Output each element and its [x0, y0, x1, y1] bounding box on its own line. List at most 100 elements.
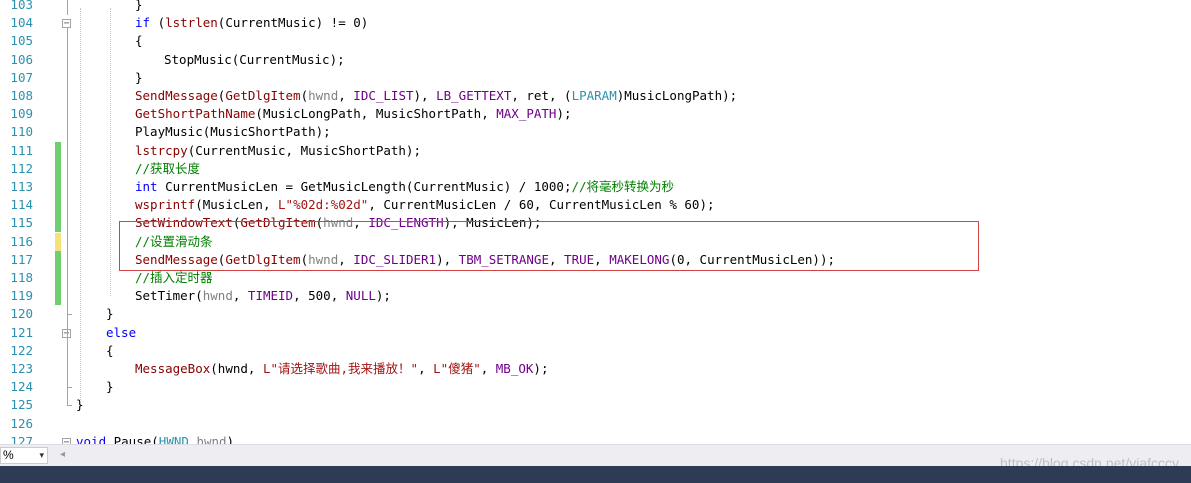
line-number: 103 — [10, 0, 33, 12]
line-number: 107 — [10, 69, 33, 85]
bottom-bar — [0, 466, 1191, 483]
line-number: 116 — [10, 233, 33, 249]
line-number: 108 — [10, 88, 33, 103]
scroll-left-icon[interactable]: ◂ — [60, 449, 65, 460]
code-token: (CurrentMusic) != 0) — [217, 15, 369, 31]
code-token: lstrlen — [165, 15, 218, 31]
code-token: L"傻猪" — [433, 361, 481, 376]
code-token: ); — [533, 361, 549, 376]
change-marker — [55, 287, 61, 306]
zoom-dropdown[interactable]: % ▾ — [0, 447, 48, 464]
code-line: //插入定时器 — [135, 269, 213, 287]
code-token: hwnd — [202, 288, 233, 304]
code-token: StopMusic — [164, 51, 232, 67]
line-number: 122 — [10, 342, 33, 358]
change-marker — [55, 214, 61, 233]
change-marker — [55, 269, 61, 287]
code-line: { — [106, 342, 114, 360]
code-token: } — [106, 379, 114, 395]
code-token: , — [418, 361, 434, 376]
code-token: SendMessage — [135, 88, 218, 103]
code-token: (CurrentMusic, MusicShortPath); — [187, 142, 421, 158]
line-number: 104 — [10, 15, 33, 31]
code-token: ); — [375, 288, 391, 304]
code-editor[interactable]: 103 104 105 106 107 108 109 110 111 112 113 114 115 1… — [0, 0, 1191, 444]
code-line: if (lstrlen(CurrentMusic) != 0) — [135, 14, 368, 32]
line-number: 125 — [10, 397, 33, 413]
change-marker — [55, 232, 61, 251]
code-token: PlayMusic — [135, 124, 203, 140]
code-token: , CurrentMusicLen / 60, CurrentMusicLen … — [368, 197, 715, 213]
code-token: { — [135, 33, 143, 49]
code-token: GetDlgItem — [225, 88, 301, 103]
code-token: if — [135, 15, 158, 31]
code-line: int CurrentMusicLen = GetMusicLength(Cur… — [135, 178, 674, 196]
line-number: 112 — [10, 160, 33, 176]
code-token: else — [106, 324, 137, 340]
line-number: 117 — [10, 251, 33, 267]
line-number: 111 — [10, 142, 33, 158]
code-token: ), — [413, 88, 437, 103]
line-number: 120 — [10, 306, 33, 322]
code-token: wsprintf — [135, 197, 196, 213]
fold-toggle-icon[interactable]: − — [62, 19, 71, 29]
code-token: ( — [210, 361, 218, 376]
code-line: GetShortPathName(MusicLongPath, MusicSho… — [135, 105, 572, 123]
code-token: L"%02d:%02d" — [278, 197, 369, 213]
code-token: Pause( — [106, 433, 159, 444]
code-line: lstrcpy(CurrentMusic, MusicShortPath); — [135, 142, 421, 160]
chevron-down-icon: ▾ — [39, 450, 44, 460]
indent-guide — [80, 8, 82, 402]
code-token: , — [247, 361, 263, 376]
line-number: 121 — [10, 324, 33, 340]
line-number: 106 — [10, 51, 33, 67]
code-token: (MusicLen, — [195, 197, 279, 213]
code-token: MB_OK — [495, 361, 534, 376]
fold-line — [67, 314, 69, 406]
code-line: } — [106, 305, 114, 323]
code-line: } — [135, 0, 143, 14]
code-token: GetShortPathName — [135, 106, 256, 122]
code-token: hwnd — [308, 88, 339, 103]
code-line: MessageBox(hwnd, L"请选择歌曲,我来播放！", L"傻猪", … — [135, 360, 548, 378]
code-token: MessageBox — [135, 361, 211, 376]
code-token: , — [480, 361, 496, 376]
code-token: , ret, ( — [511, 88, 572, 103]
line-number: 123 — [10, 361, 33, 376]
line-number: 114 — [10, 197, 33, 213]
code-token: MAX_PATH — [496, 106, 557, 122]
code-line: } — [106, 378, 114, 396]
code-token: (MusicLongPath, MusicShortPath, — [255, 106, 497, 122]
code-token: ( — [300, 88, 309, 103]
line-number: 105 — [10, 33, 33, 49]
code-token: L"请选择歌曲,我来播放！" — [262, 361, 419, 376]
code-token: , 500, — [293, 288, 346, 304]
line-number: 115 — [10, 215, 33, 231]
line-number: 109 — [10, 106, 33, 122]
change-marker — [55, 250, 61, 269]
code-token: HWND — [158, 433, 189, 444]
change-marker — [55, 178, 61, 196]
code-token: } — [135, 0, 143, 12]
change-marker — [55, 196, 61, 215]
code-line: } — [135, 69, 143, 87]
code-token: lstrcpy — [135, 142, 188, 158]
indent-guide — [110, 8, 112, 296]
code-line: SendMessage(GetDlgItem(hwnd, IDC_LIST), … — [135, 87, 737, 105]
code-token: ); — [556, 106, 572, 122]
code-line: void Pause(HWND hwnd) — [76, 433, 234, 444]
zoom-value: % — [3, 448, 14, 462]
code-token: IDC_LIST — [353, 88, 414, 103]
line-number: 126 — [10, 415, 33, 431]
fold-line — [67, 0, 69, 15]
line-number: 110 — [10, 124, 33, 140]
code-token: NULL — [345, 288, 376, 304]
code-token: hwnd — [217, 361, 248, 376]
code-token: //插入定时器 — [135, 270, 213, 285]
fold-line — [67, 28, 69, 315]
code-token: hwnd — [196, 433, 227, 444]
code-token: //获取长度 — [135, 160, 201, 176]
code-token: //将毫秒转换为秒 — [571, 179, 675, 194]
line-number: 124 — [10, 379, 33, 395]
line-number: 113 — [10, 179, 33, 194]
